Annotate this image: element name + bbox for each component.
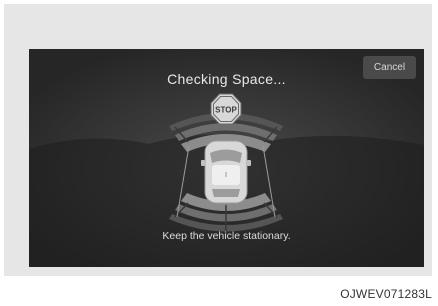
status-message: Keep the vehicle stationary.: [162, 230, 291, 242]
stop-sign-icon: STOP: [210, 93, 242, 125]
cancel-button[interactable]: Cancel: [363, 56, 416, 79]
image-code-label: OJWEV071283L: [340, 287, 432, 301]
car-top-view-icon: [201, 140, 251, 204]
parking-screen: STOP Checking Space... Cancel Keep the v…: [29, 49, 424, 267]
figure-frame: STOP Checking Space... Cancel Keep the v…: [4, 4, 432, 276]
stop-sign-text: STOP: [215, 106, 237, 115]
